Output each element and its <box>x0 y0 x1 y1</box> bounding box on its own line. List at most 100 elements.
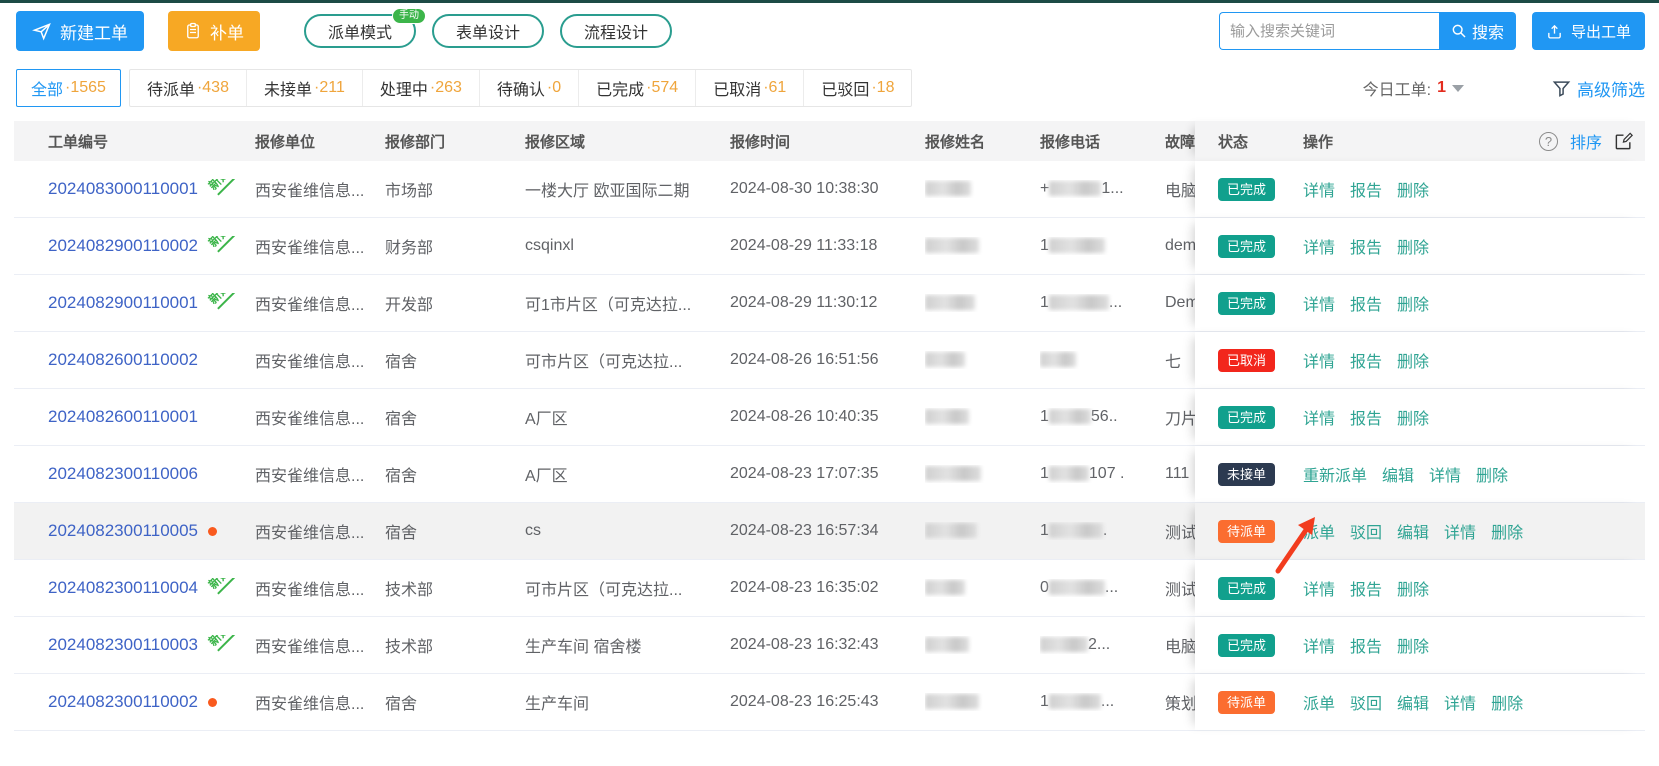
flow-design-button[interactable]: 流程设计 <box>560 14 672 48</box>
table-row: 2024083000110001 新建 西安雀维信息... 市场部 一楼大厅 欧… <box>14 161 1645 218</box>
new-order-button[interactable]: 新建工单 <box>16 11 144 51</box>
report-area-cell: 生产车间 <box>525 690 730 714</box>
order-id-link[interactable]: 2024082900110002 <box>48 236 198 256</box>
design-buttons: 派单模式 手动 表单设计 流程设计 <box>304 14 672 48</box>
order-id-link[interactable]: 2024082300110005 <box>48 521 198 541</box>
report-name-cell <box>925 180 1040 198</box>
fault-cell: 七 <box>1165 348 1195 372</box>
action-link-详情[interactable]: 详情 <box>1303 291 1335 315</box>
action-link-删除[interactable]: 删除 <box>1397 405 1429 429</box>
report-time-cell: 2024-08-29 11:30:12 <box>730 294 925 312</box>
report-name-cell <box>925 522 1040 540</box>
redacted-blur <box>1049 580 1105 595</box>
order-id-link[interactable]: 2024082300110004 <box>48 578 198 598</box>
fixed-columns: 待派单 派单驳回编辑详情删除 <box>1195 503 1645 559</box>
filter-tab-count: ·574 <box>646 79 678 97</box>
filter-tab-5[interactable]: 已取消·61 <box>696 70 804 106</box>
action-link-报告[interactable]: 报告 <box>1350 234 1382 258</box>
search-button[interactable]: 搜索 <box>1439 12 1516 50</box>
action-link-报告[interactable]: 报告 <box>1350 177 1382 201</box>
action-link-详情[interactable]: 详情 <box>1303 576 1335 600</box>
action-link-报告[interactable]: 报告 <box>1350 291 1382 315</box>
filter-tab-all[interactable]: 全部·1565 <box>16 69 121 107</box>
action-link-详情[interactable]: 详情 <box>1444 519 1476 543</box>
action-link-报告[interactable]: 报告 <box>1350 405 1382 429</box>
filter-tab-4[interactable]: 已完成·574 <box>579 70 696 106</box>
order-id-link[interactable]: 2024082300110002 <box>48 692 198 712</box>
order-id-link[interactable]: 2024082600110002 <box>48 350 198 370</box>
action-link-驳回[interactable]: 驳回 <box>1350 690 1382 714</box>
action-link-详情[interactable]: 详情 <box>1303 348 1335 372</box>
filter-tab-3[interactable]: 待确认·0 <box>480 70 579 106</box>
action-link-详情[interactable]: 详情 <box>1429 462 1461 486</box>
action-link-报告[interactable]: 报告 <box>1350 576 1382 600</box>
action-link-详情[interactable]: 详情 <box>1303 177 1335 201</box>
help-icon[interactable]: ? <box>1539 132 1558 151</box>
order-id-link[interactable]: 2024082300110006 <box>48 464 198 484</box>
action-link-重新派单[interactable]: 重新派单 <box>1303 462 1367 486</box>
fixed-columns: 已完成 详情报告删除 <box>1195 389 1645 445</box>
report-unit-cell: 西安雀维信息... <box>255 291 385 315</box>
action-link-删除[interactable]: 删除 <box>1397 348 1429 372</box>
order-id-link[interactable]: 2024082900110001 <box>48 293 198 313</box>
filter-tab-group: 待派单·438未接单·211处理中·263待确认·0已完成·574已取消·61已… <box>129 69 913 107</box>
form-design-button[interactable]: 表单设计 <box>432 14 544 48</box>
filter-tab-1[interactable]: 未接单·211 <box>247 70 363 106</box>
filter-tab-count: ·263 <box>430 79 462 97</box>
action-link-删除[interactable]: 删除 <box>1397 633 1429 657</box>
action-link-删除[interactable]: 删除 <box>1397 234 1429 258</box>
report-area-cell: csqinxl <box>525 237 730 255</box>
report-phone-cell: 1107 . <box>1040 465 1165 483</box>
action-link-详情[interactable]: 详情 <box>1303 405 1335 429</box>
filter-tab-2[interactable]: 处理中·263 <box>363 70 480 106</box>
order-id-link[interactable]: 2024082300110003 <box>48 635 198 655</box>
report-time-cell: 2024-08-23 16:35:02 <box>730 579 925 597</box>
search-button-label: 搜索 <box>1472 19 1504 43</box>
order-id-link[interactable]: 2024082600110001 <box>48 407 198 427</box>
filter-tab-label: 处理中 <box>380 76 428 100</box>
status-badge: 已完成 <box>1218 178 1275 201</box>
redacted-blur <box>1049 466 1089 481</box>
supplement-order-button[interactable]: 补单 <box>168 11 260 51</box>
action-link-详情[interactable]: 详情 <box>1303 633 1335 657</box>
table-row: 2024082300110005 西安雀维信息... 宿舍 cs 2024-08… <box>14 503 1645 560</box>
sort-button[interactable]: 排序 <box>1570 129 1602 153</box>
report-time-cell: 2024-08-29 11:33:18 <box>730 237 925 255</box>
report-time-cell: 2024-08-23 16:57:34 <box>730 522 925 540</box>
search-input[interactable] <box>1219 12 1439 50</box>
action-link-派单[interactable]: 派单 <box>1303 519 1335 543</box>
action-link-删除[interactable]: 删除 <box>1397 576 1429 600</box>
report-name-cell <box>925 579 1040 597</box>
action-link-编辑[interactable]: 编辑 <box>1382 462 1414 486</box>
action-link-详情[interactable]: 详情 <box>1444 690 1476 714</box>
dispatch-mode-button[interactable]: 派单模式 手动 <box>304 14 416 48</box>
edit-sort-icon[interactable] <box>1614 132 1633 151</box>
action-link-派单[interactable]: 派单 <box>1303 690 1335 714</box>
redacted-blur <box>925 238 979 253</box>
action-link-删除[interactable]: 删除 <box>1491 690 1523 714</box>
export-orders-button[interactable]: 导出工单 <box>1532 12 1645 50</box>
row-actions: 详情报告删除 <box>1303 291 1645 315</box>
filter-tab-0[interactable]: 待派单·438 <box>130 70 247 106</box>
flow-design-label: 流程设计 <box>584 19 648 43</box>
action-link-编辑[interactable]: 编辑 <box>1397 690 1429 714</box>
action-link-删除[interactable]: 删除 <box>1491 519 1523 543</box>
filter-tab-6[interactable]: 已驳回·18 <box>804 70 911 106</box>
export-label: 导出工单 <box>1571 21 1631 42</box>
order-id-link[interactable]: 2024083000110001 <box>48 179 198 199</box>
report-time-cell: 2024-08-23 16:25:43 <box>730 693 925 711</box>
action-link-详情[interactable]: 详情 <box>1303 234 1335 258</box>
fault-cell: 测试 <box>1165 576 1195 600</box>
redacted-blur <box>925 295 975 310</box>
action-link-报告[interactable]: 报告 <box>1350 348 1382 372</box>
action-link-报告[interactable]: 报告 <box>1350 633 1382 657</box>
action-link-驳回[interactable]: 驳回 <box>1350 519 1382 543</box>
advanced-filter-button[interactable]: 高级筛选 <box>1552 76 1645 101</box>
action-link-删除[interactable]: 删除 <box>1476 462 1508 486</box>
fixed-columns: 已完成 详情报告删除 <box>1195 560 1645 616</box>
report-area-cell: 生产车间 宿舍楼 <box>525 633 730 657</box>
action-link-删除[interactable]: 删除 <box>1397 177 1429 201</box>
action-link-编辑[interactable]: 编辑 <box>1397 519 1429 543</box>
chevron-down-icon[interactable] <box>1452 85 1464 92</box>
action-link-删除[interactable]: 删除 <box>1397 291 1429 315</box>
